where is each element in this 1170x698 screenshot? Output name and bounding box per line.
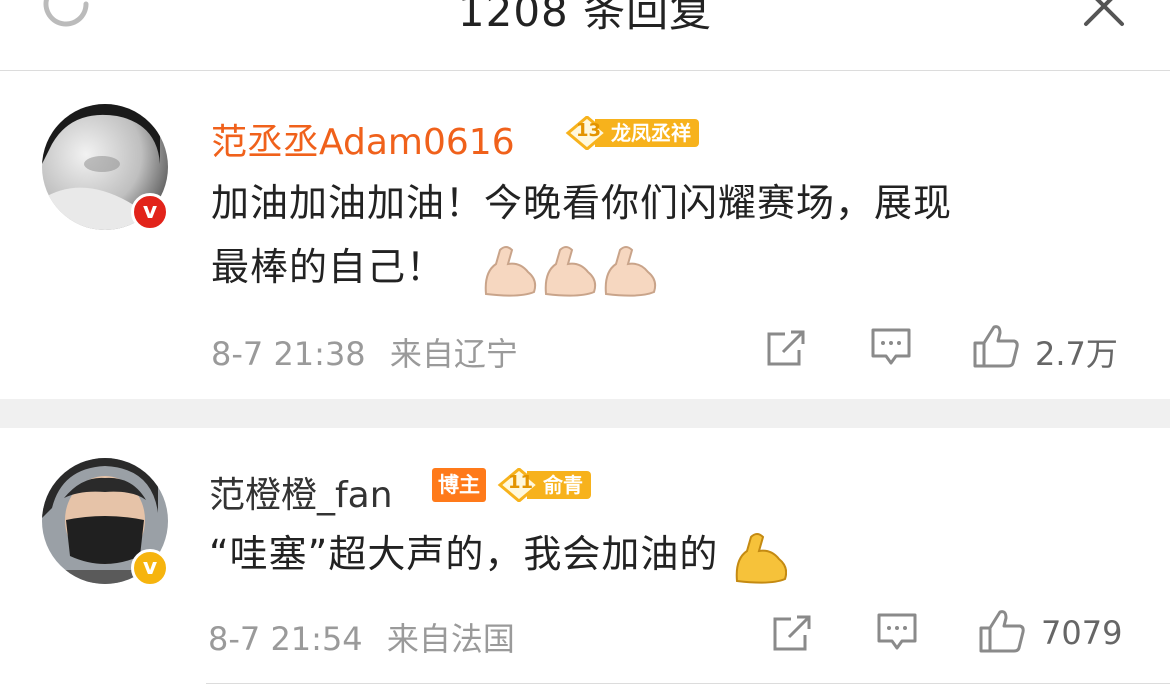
timestamp: 8-7 21:54 <box>208 620 363 658</box>
share-icon[interactable] <box>765 328 807 368</box>
fan-medal-label: 龙凤丞祥 <box>595 119 699 147</box>
divider <box>206 683 1170 684</box>
like-icon[interactable] <box>978 608 1026 654</box>
comment-meta: 8-7 21:54 来自法国 <box>208 614 515 660</box>
page-title: 1208 条回复 <box>457 0 713 36</box>
comment-icon[interactable] <box>876 612 918 652</box>
comment-item: v 范丞丞Adam0616 龙凤丞祥 13 加油加油加油！今晚看你们闪耀赛场，展… <box>0 71 1170 399</box>
close-icon[interactable] <box>1080 0 1128 28</box>
comment-icon[interactable] <box>870 327 912 367</box>
timestamp: 8-7 21:38 <box>211 335 366 373</box>
location: 来自辽宁 <box>389 335 518 373</box>
comment-text-line: “哇塞”超大声的，我会加油的 <box>209 532 719 576</box>
header: 1208 条回复 <box>0 0 1170 71</box>
username[interactable]: 范丞丞Adam0616 <box>211 113 515 165</box>
comment-meta: 8-7 21:38 来自辽宁 <box>211 329 518 375</box>
share-icon[interactable] <box>771 613 813 653</box>
flexed-biceps-icon <box>484 245 657 297</box>
comment-text-line: 加油加油加油！今晚看你们闪耀赛场，展现 <box>211 181 953 225</box>
verified-badge-icon: v <box>131 193 169 231</box>
comment-text-line: 最棒的自己！ <box>211 235 1111 299</box>
like-count: 2.7万 <box>1035 335 1118 373</box>
flexed-biceps-icon <box>736 532 788 584</box>
comment-text: “哇塞”超大声的，我会加油的 <box>209 522 1109 586</box>
fan-level: 11 <box>508 472 534 493</box>
location: 来自法国 <box>386 620 515 658</box>
verified-badge-icon: v <box>131 549 169 587</box>
comment-separator <box>0 399 1170 428</box>
comment-item: v 范橙橙_fan 博主 俞青 11 “哇塞”超大声的，我会加油的 8-7 21… <box>0 428 1170 698</box>
blogger-tag: 博主 <box>432 468 486 502</box>
fan-level: 13 <box>576 120 602 141</box>
like-count: 7079 <box>1041 614 1123 652</box>
comment-text: 加油加油加油！今晚看你们闪耀赛场，展现 最棒的自己！ <box>211 171 1111 299</box>
comment-text-line-2: 最棒的自己！ <box>211 245 446 289</box>
like-icon[interactable] <box>972 323 1020 369</box>
username[interactable]: 范橙橙_fan <box>209 466 393 518</box>
